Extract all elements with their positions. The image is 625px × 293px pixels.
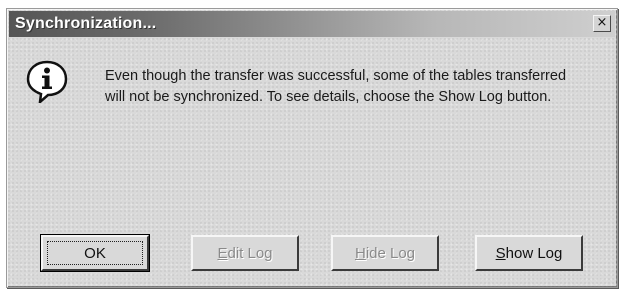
edit-log-button[interactable]: Edit Log	[191, 235, 299, 271]
close-icon: ×	[596, 15, 608, 30]
show-log-button[interactable]: Show Log	[475, 235, 583, 271]
dialog-title: Synchronization...	[15, 15, 157, 32]
ok-button[interactable]: OK	[40, 234, 150, 272]
focus-rectangle	[47, 241, 143, 265]
information-icon	[26, 60, 68, 103]
hide-log-button-label: Hide Log	[354, 244, 416, 262]
hide-log-button[interactable]: Hide Log	[331, 235, 439, 271]
show-log-button-label: Show Log	[495, 244, 563, 262]
synchronization-dialog: Synchronization... × Even though the tra…	[6, 8, 618, 288]
edit-log-button-label: Edit Log	[217, 244, 273, 262]
message-text: Even though the transfer was successful,…	[105, 68, 567, 105]
close-button[interactable]: ×	[593, 15, 611, 32]
title-bar[interactable]: Synchronization... ×	[9, 11, 615, 37]
